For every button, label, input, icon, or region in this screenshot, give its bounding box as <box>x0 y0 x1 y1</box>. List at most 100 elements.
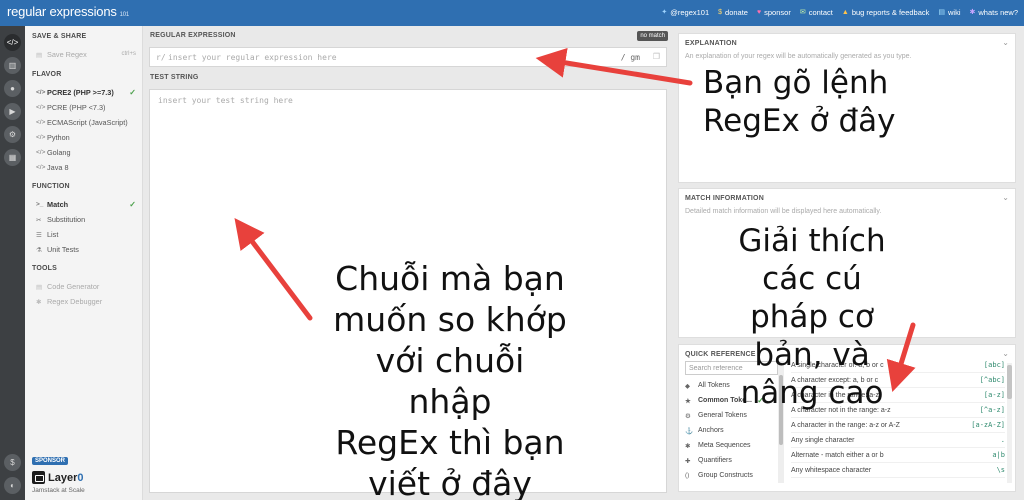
match-info-heading: MATCH INFORMATION <box>685 195 764 202</box>
reference-token: \s <box>996 466 1005 474</box>
function-unit-tests[interactable]: ⚗ Unit Tests <box>36 243 136 256</box>
flavor-pcre[interactable]: </> PCRE (PHP <7.3) <box>36 101 136 114</box>
theme-toggle-icon[interactable]: ◐ <box>4 477 21 494</box>
save-regex-button[interactable]: ▤ Save Regex ctrl+s <box>36 48 136 61</box>
heart-icon: ♥ <box>756 9 762 16</box>
reference-token: [a-z] <box>983 391 1005 399</box>
tool-code-generator[interactable]: ▤ Code Generator <box>36 280 136 293</box>
twitter-icon: ✦ <box>661 9 668 16</box>
sponsor-badge: SPONSOR <box>32 457 69 465</box>
reference-row[interactable]: A character in the range: a-z or A-Z [a-z… <box>791 418 1005 433</box>
flavor-python[interactable]: </> Python <box>36 131 136 144</box>
reference-token: [^a-z] <box>979 406 1005 414</box>
list-icon: ☰ <box>36 231 42 239</box>
function-heading: FUNCTION <box>32 183 70 190</box>
logo-text: regular expressions <box>7 4 117 19</box>
whats-new-link[interactable]: ✱ whats new? <box>970 8 1018 17</box>
chevron-down-icon[interactable]: ⌄ <box>1002 193 1009 202</box>
code-icon: </> <box>36 149 46 156</box>
reference-row[interactable]: Any single character. <box>791 433 1005 448</box>
sidebar: SAVE & SHARE ▤ Save Regex ctrl+s FLAVOR <… <box>25 26 143 500</box>
meta-icon: ✱ <box>685 442 691 450</box>
annotation-test-note: Chuỗi mà bạn muốn so khớp với chuỗi nhập… <box>333 259 567 500</box>
code-icon: </> <box>36 89 46 96</box>
flavor-pcre2[interactable]: </> PCRE2 (PHP >=7.3) ✓ <box>36 86 136 99</box>
flavor-ecmascript[interactable]: </> ECMAScript (JavaScript) <box>36 116 136 129</box>
account-icon[interactable]: ● <box>4 80 21 97</box>
logo-version: 101 <box>119 12 130 18</box>
file-code-icon: ▤ <box>36 283 43 291</box>
flavor-golang[interactable]: </> Golang <box>36 146 136 159</box>
star-icon: ★ <box>685 397 691 405</box>
app-logo[interactable]: regular expressions 101 <box>7 4 129 19</box>
dollar-icon: $ <box>718 9 723 16</box>
regex-input-box: r/ / gm ❐ <box>149 47 667 67</box>
reference-token: [^abc] <box>979 376 1005 384</box>
match-info-placeholder: Detailed match information will be displ… <box>685 208 882 215</box>
category-quantifiers[interactable]: ✚ Quantifiers <box>685 453 778 468</box>
regex-input[interactable] <box>168 51 598 64</box>
reference-token: a|b <box>992 451 1005 459</box>
group-icon: () <box>685 472 690 479</box>
checkmark-icon: ✓ <box>129 200 136 209</box>
flavor-java[interactable]: </> Java 8 <box>36 161 136 174</box>
icon-rail: </> ▥ ● ▶ ⚙ ▦ $ ◐ <box>0 26 25 500</box>
chevron-down-icon[interactable]: ⌄ <box>1002 38 1009 47</box>
all-tokens-icon: ◆ <box>685 382 690 390</box>
category-meta-sequences[interactable]: ✱ Meta Sequences <box>685 438 778 453</box>
bug-report-link[interactable]: ▲ bug reports & feedback <box>842 8 930 17</box>
match-status-badge: no match <box>637 31 668 41</box>
reference-token: . <box>1000 436 1005 444</box>
save-shortcut: ctrl+s <box>121 51 136 57</box>
scrollbar-thumb[interactable] <box>1007 365 1012 399</box>
regex-flags[interactable]: / gm <box>621 53 640 62</box>
video-icon[interactable]: ▶ <box>4 103 21 120</box>
code-icon: </> <box>36 134 46 141</box>
twitter-link[interactable]: ✦ @regex101 <box>661 8 709 17</box>
donate-icon[interactable]: $ <box>4 454 21 471</box>
save-icon: ▤ <box>36 51 43 59</box>
reference-scrollbar[interactable] <box>1007 363 1012 483</box>
explanation-heading: EXPLANATION <box>685 40 737 47</box>
function-substitution[interactable]: ✂ Substitution <box>36 213 136 226</box>
test-string-label: TEST STRING <box>150 74 199 81</box>
quantifier-icon: ✚ <box>685 457 691 465</box>
function-list[interactable]: ☰ List <box>36 228 136 241</box>
chevron-down-icon[interactable]: ⌄ <box>1002 349 1009 358</box>
flavor-heading: FLAVOR <box>32 71 62 78</box>
flask-icon: ⚗ <box>36 246 42 254</box>
sponsor-link[interactable]: ♥ sponsor <box>757 8 791 17</box>
community-icon[interactable]: ▦ <box>4 149 21 166</box>
reference-token: [a-zA-Z] <box>971 421 1005 429</box>
copy-icon[interactable]: ❐ <box>653 52 660 61</box>
explanation-placeholder: An explanation of your regex will be aut… <box>685 53 912 60</box>
regex-label: REGULAR EXPRESSION <box>150 32 236 39</box>
reference-row[interactable]: Any whitespace character \s <box>791 463 1005 478</box>
code-icon: </> <box>36 104 46 111</box>
settings-icon[interactable]: ⚙ <box>4 126 21 143</box>
tools-heading: TOOLS <box>32 265 57 272</box>
gear-icon: ⚙ <box>685 412 691 420</box>
sponsor-brand: Layer <box>48 471 78 484</box>
anchor-icon: ⚓ <box>685 427 694 435</box>
code-icon: </> <box>36 119 46 126</box>
sponsor-logo[interactable]: Layer0 <box>32 471 83 484</box>
star-icon: ✱ <box>969 9 976 16</box>
function-match[interactable]: >_ Match ✓ <box>36 198 136 211</box>
code-icon: </> <box>36 164 46 171</box>
category-group-constructs[interactable]: () Group Constructs <box>685 468 778 483</box>
regex-editor-icon[interactable]: </> <box>4 34 21 51</box>
tool-regex-debugger[interactable]: ✱ Regex Debugger <box>36 295 136 308</box>
category-anchors[interactable]: ⚓ Anchors <box>685 423 778 438</box>
top-links: ✦ @regex101 $ donate ♥ sponsor ✉ contact ▲ bu… <box>661 8 1018 17</box>
regex-delimiter: r/ <box>156 53 166 62</box>
annotation-regex-note: Bạn gõ lệnh RegEx ở đây <box>703 65 896 139</box>
reference-token: [abc] <box>983 361 1005 369</box>
layer0-logo-icon <box>32 471 45 484</box>
contact-link[interactable]: ✉ contact <box>800 8 833 17</box>
sponsor-tagline: Jamstack at Scale <box>32 487 85 494</box>
reference-row[interactable]: Alternate - match either a or b a|b <box>791 448 1005 463</box>
library-icon[interactable]: ▥ <box>4 57 21 74</box>
donate-link[interactable]: $ donate <box>718 8 748 17</box>
wiki-link[interactable]: ▤ wiki <box>938 8 960 17</box>
